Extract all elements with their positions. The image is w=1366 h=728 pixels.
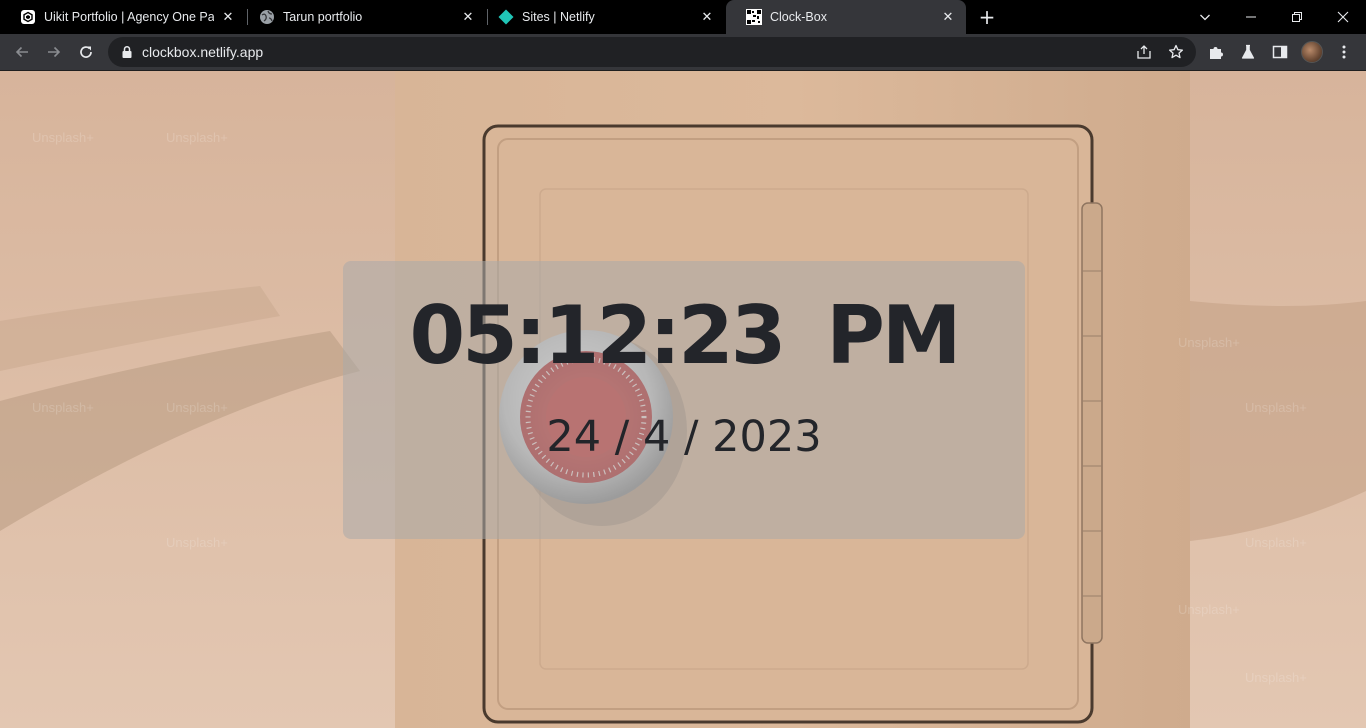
kebab-menu-icon: [1342, 45, 1346, 59]
unsplash-watermark: Unsplash+: [1245, 670, 1307, 685]
clock-date: 24 / 4 / 2023: [546, 412, 822, 462]
chrome-menu-button[interactable]: [1330, 38, 1358, 66]
tab-strip: Uikit Portfolio | Agency One Page ✕ Taru…: [0, 0, 1366, 34]
side-panel-icon: [1272, 45, 1288, 59]
restore-button[interactable]: [1274, 0, 1320, 34]
minimize-icon: [1246, 16, 1256, 18]
tab-title: Clock-Box: [770, 10, 827, 24]
back-button[interactable]: [8, 38, 36, 66]
side-panel-button[interactable]: [1266, 38, 1294, 66]
reload-icon: [80, 46, 92, 58]
close-tab-icon[interactable]: ✕: [460, 9, 476, 25]
close-icon: [1337, 11, 1349, 23]
chevron-down-icon: [1200, 14, 1210, 21]
restore-icon: [1292, 12, 1302, 22]
close-window-button[interactable]: [1320, 0, 1366, 34]
arrow-right-icon: [48, 46, 61, 58]
unsplash-watermark: Unsplash+: [1178, 335, 1240, 350]
uikit-favicon-icon: [20, 9, 36, 25]
unsplash-watermark: Unsplash+: [32, 400, 94, 415]
labs-button[interactable]: [1234, 38, 1262, 66]
arrow-left-icon: [15, 46, 28, 58]
tab-sites-netlify[interactable]: Sites | Netlify ✕: [478, 0, 725, 34]
tab-tarun-portfolio[interactable]: Tarun portfolio ✕: [239, 0, 486, 34]
clock-card: 05:12:23 PM 24 / 4 / 2023: [343, 261, 1025, 539]
unsplash-watermark: Unsplash+: [1245, 400, 1307, 415]
flask-icon: [1241, 44, 1255, 59]
browser-toolbar: clockbox.netlify.app: [0, 34, 1366, 71]
tab-uikit-portfolio[interactable]: Uikit Portfolio | Agency One Page ✕: [0, 0, 246, 34]
lock-icon[interactable]: [119, 44, 135, 60]
share-icon[interactable]: [1132, 40, 1156, 64]
clock-time: 05:12:23 PM: [409, 289, 961, 382]
reload-button[interactable]: [72, 38, 100, 66]
unsplash-watermark: Unsplash+: [166, 535, 228, 550]
bookmark-star-icon[interactable]: [1164, 40, 1188, 64]
puzzle-icon: [1210, 47, 1223, 59]
url-text[interactable]: clockbox.netlify.app: [142, 44, 263, 60]
tab-search-button[interactable]: [1182, 0, 1228, 34]
minimize-button[interactable]: [1228, 0, 1274, 34]
close-tab-icon[interactable]: ✕: [699, 9, 715, 25]
tab-title: Sites | Netlify: [522, 10, 595, 24]
profile-avatar[interactable]: [1301, 41, 1323, 63]
clockbox-favicon-icon: [746, 9, 762, 25]
unsplash-watermark: Unsplash+: [1178, 602, 1240, 617]
unsplash-watermark: Unsplash+: [32, 130, 94, 145]
netlify-favicon-icon: [498, 9, 514, 25]
close-tab-icon[interactable]: ✕: [220, 9, 236, 25]
unsplash-watermark: Unsplash+: [166, 130, 228, 145]
tab-title: Tarun portfolio: [283, 10, 363, 24]
globe-icon: [259, 9, 275, 25]
address-bar[interactable]: clockbox.netlify.app: [108, 37, 1196, 67]
tab-title: Uikit Portfolio | Agency One Page: [44, 10, 214, 24]
unsplash-watermark: Unsplash+: [1245, 535, 1307, 550]
clockbox-page: Unsplash+ Unsplash+ Unsplash+ Unsplash+ …: [0, 71, 1366, 728]
unsplash-watermark: Unsplash+: [166, 400, 228, 415]
extensions-button[interactable]: [1202, 38, 1230, 66]
forward-button[interactable]: [40, 38, 68, 66]
new-tab-button[interactable]: +: [975, 5, 999, 29]
tab-clock-box[interactable]: Clock-Box ✕: [726, 0, 966, 34]
close-tab-icon[interactable]: ✕: [940, 9, 956, 25]
